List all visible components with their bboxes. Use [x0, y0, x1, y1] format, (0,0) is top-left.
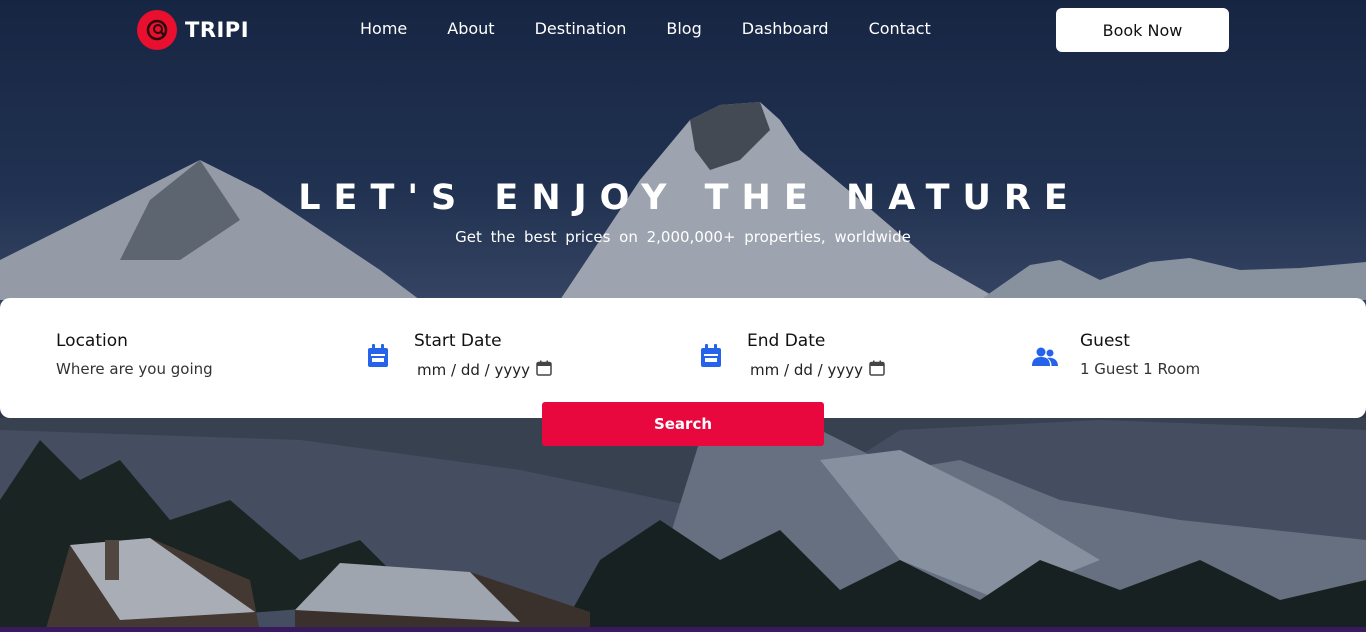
- search-button[interactable]: Search: [542, 402, 824, 446]
- logo-icon: [137, 10, 177, 50]
- guest-field[interactable]: Guest 1 Guest 1 Room: [1080, 331, 1200, 378]
- hero-headline: LET'S ENJOY THE NATURE: [298, 178, 1081, 218]
- users-icon: [1032, 347, 1058, 371]
- guest-label: Guest: [1080, 331, 1130, 351]
- calendar-icon: [367, 344, 389, 372]
- book-now-button[interactable]: Book Now: [1056, 8, 1229, 52]
- brand-name: TRIPI: [185, 18, 250, 42]
- nav-blog[interactable]: Blog: [666, 19, 701, 38]
- location-label: Location: [56, 331, 128, 351]
- end-date-label: End Date: [747, 331, 826, 351]
- bottom-accent-bar: [0, 627, 1366, 632]
- brand-logo[interactable]: TRIPI: [137, 10, 249, 50]
- date-picker-icon[interactable]: [536, 360, 552, 380]
- nav-dashboard[interactable]: Dashboard: [742, 19, 829, 38]
- date-picker-icon[interactable]: [869, 360, 885, 380]
- main-nav: Home About Destination Blog Dashboard Co…: [360, 19, 971, 38]
- start-date-label: Start Date: [414, 331, 502, 351]
- location-input[interactable]: Where are you going: [56, 360, 213, 378]
- nav-contact[interactable]: Contact: [869, 19, 931, 38]
- start-date-input[interactable]: mm / dd / yyyy: [414, 360, 552, 380]
- location-field[interactable]: Location Where are you going: [56, 331, 213, 378]
- end-date-field: End Date mm / dd / yyyy: [747, 331, 885, 380]
- hero-subline: Get the best prices on 2,000,000+ proper…: [455, 228, 911, 246]
- nav-home[interactable]: Home: [360, 19, 407, 38]
- end-date-placeholder: mm / dd / yyyy: [750, 361, 863, 379]
- start-date-placeholder: mm / dd / yyyy: [417, 361, 530, 379]
- guest-value[interactable]: 1 Guest 1 Room: [1080, 360, 1200, 378]
- nav-destination[interactable]: Destination: [535, 19, 627, 38]
- nav-about[interactable]: About: [447, 19, 494, 38]
- start-date-field: Start Date mm / dd / yyyy: [414, 331, 552, 380]
- search-panel: Location Where are you going Start Date …: [0, 298, 1366, 418]
- calendar-icon: [700, 344, 722, 372]
- end-date-input[interactable]: mm / dd / yyyy: [747, 360, 885, 380]
